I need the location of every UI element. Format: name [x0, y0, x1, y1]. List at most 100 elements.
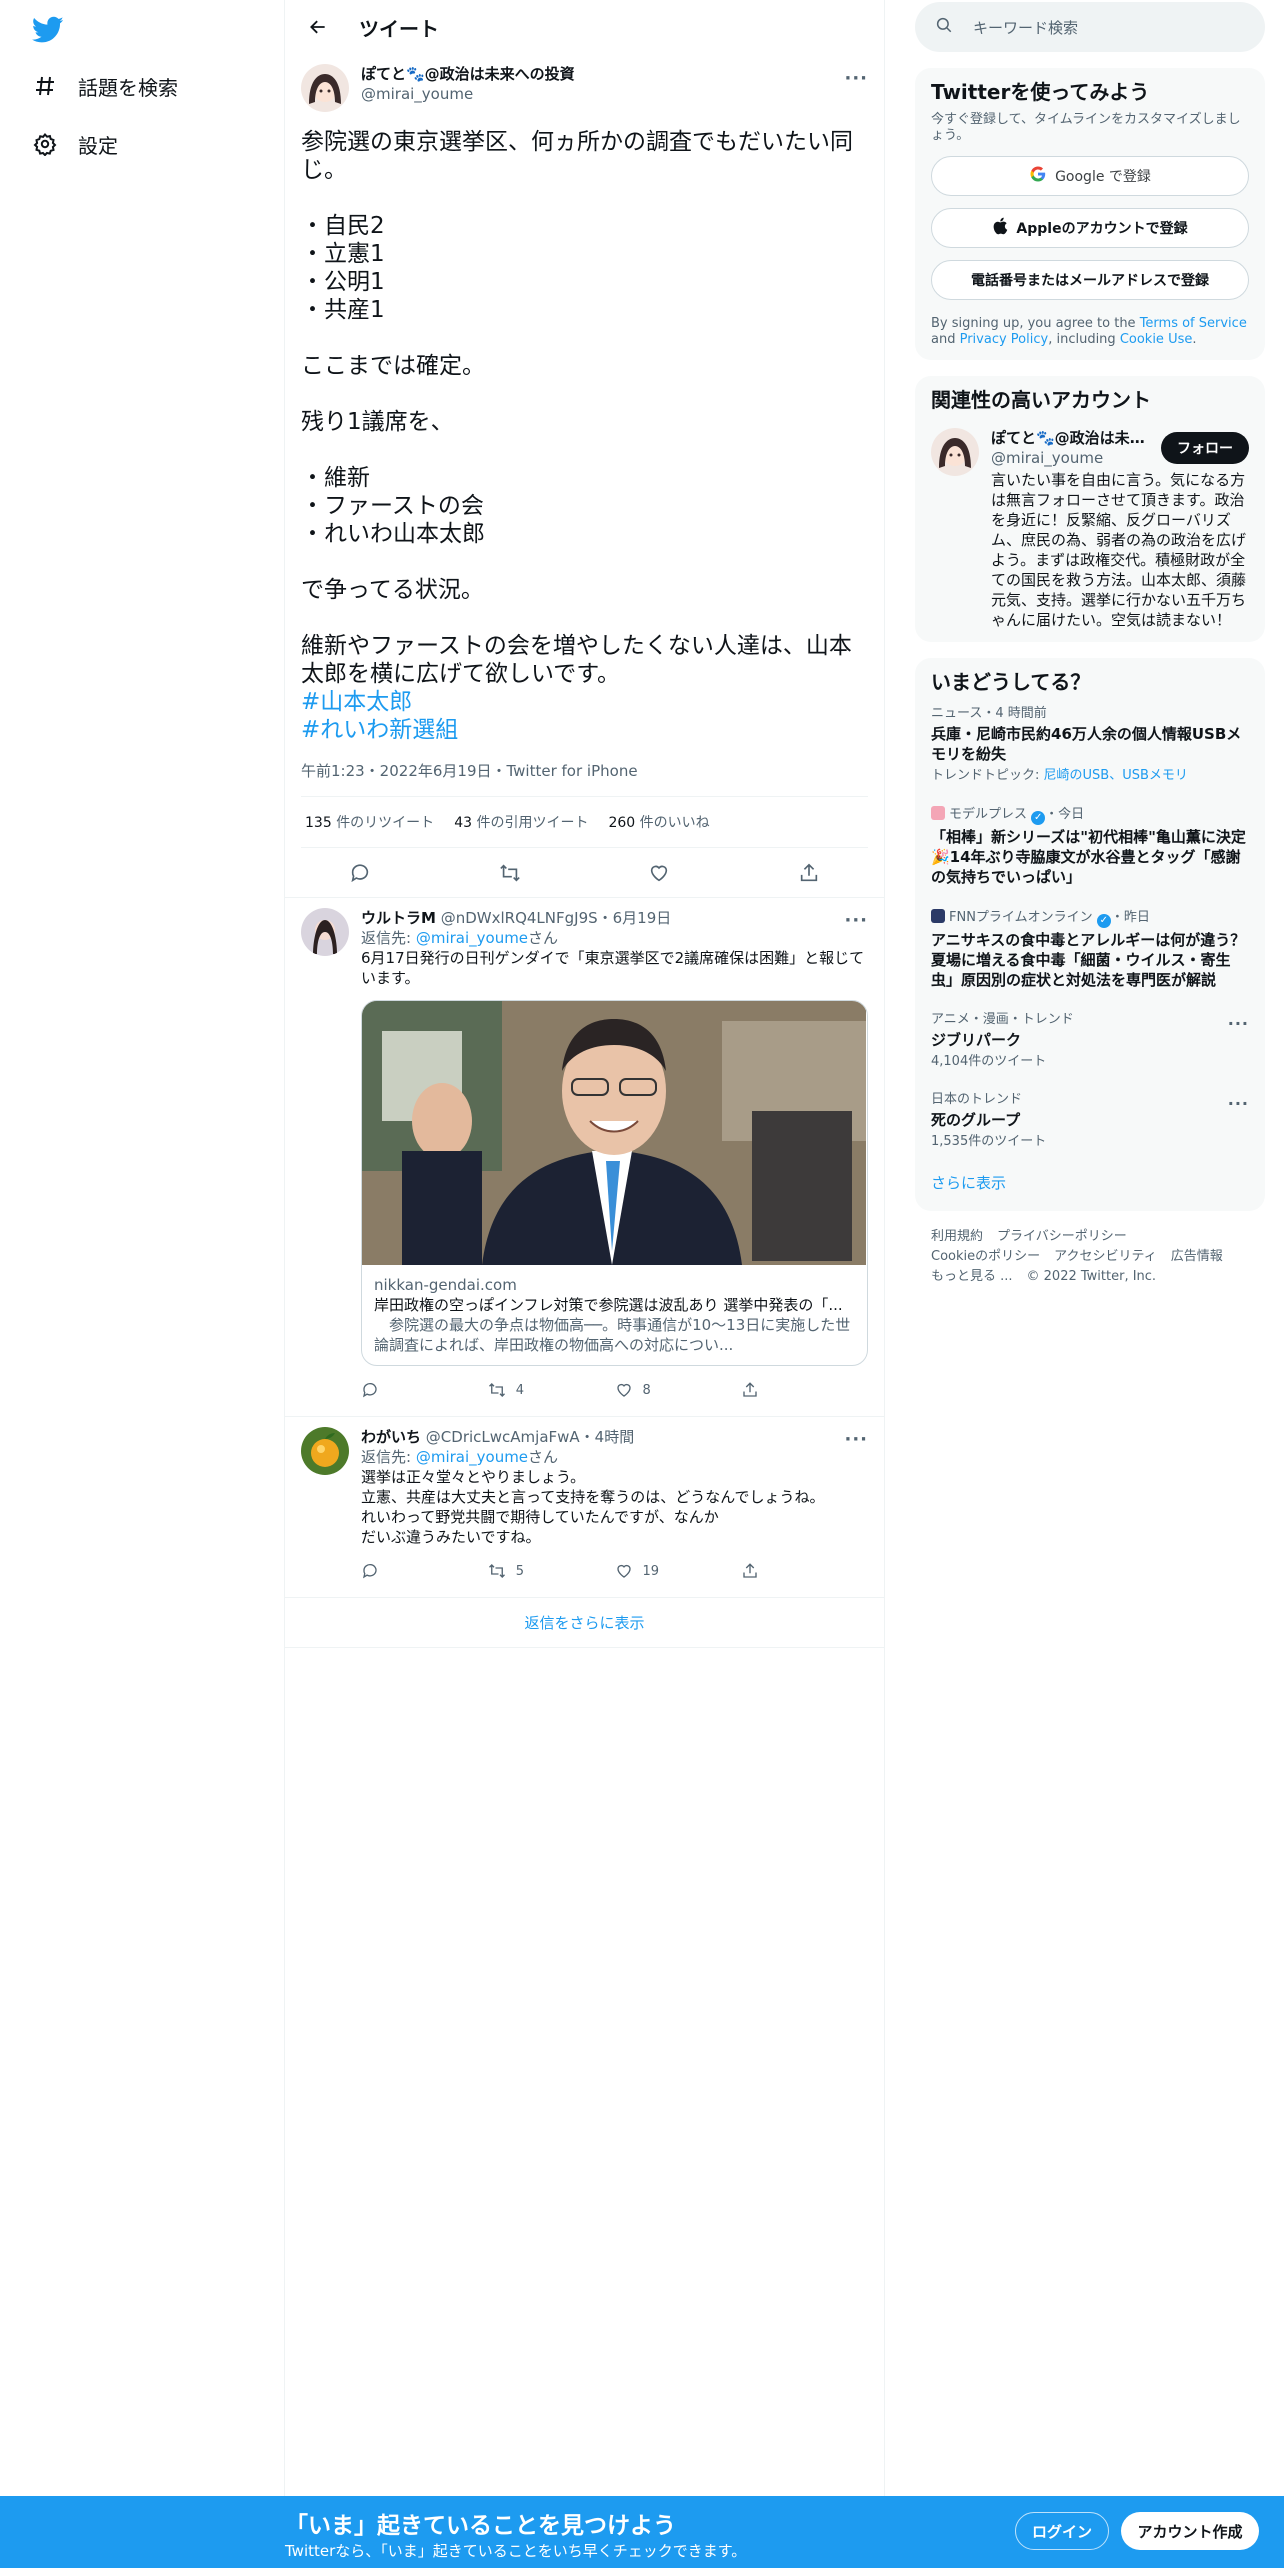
twitter-logo-icon[interactable] [31, 16, 64, 44]
like-button[interactable]: 8 [615, 1381, 742, 1399]
more-options-icon[interactable]: ··· [844, 1429, 868, 1450]
card-title: 岸田政権の空っぽインフレ対策で参院選は波乱あり 選挙中発表の「... [374, 1296, 843, 1314]
footer-cookie-link[interactable]: Cookieのポリシー [931, 1249, 1040, 1264]
trend-item[interactable]: アニメ・漫画・トレンド ジブリパーク 4,104件のツイート ··· [931, 1000, 1249, 1080]
retweet-icon [488, 1383, 505, 1397]
apple-signup-button[interactable]: Appleのアカウントで登録 [931, 208, 1249, 248]
like-button[interactable]: 19 [615, 1562, 742, 1580]
reply-to: 返信先: @mirai_youmeさん [361, 1448, 559, 1466]
follow-button[interactable]: フォロー [1161, 432, 1249, 464]
right-sidebar: キーワード検索 Twitterを使ってみよう 今すぐ登録して、タイムラインをカス… [915, 0, 1265, 1287]
search-input[interactable]: キーワード検索 [973, 17, 1078, 38]
tweet-actions [285, 848, 884, 898]
reply-to-handle[interactable]: @mirai_youme [416, 929, 528, 947]
footer-ads-link[interactable]: 広告情報 [1171, 1249, 1223, 1264]
reply-handle[interactable]: @CDricLwcAmjaFwA [426, 1428, 580, 1446]
terms-of-service-link[interactable]: Terms of Service [1140, 316, 1247, 331]
reply-button[interactable] [361, 1381, 488, 1399]
quote-count[interactable]: 43 件の引用ツイート [454, 812, 588, 832]
reply-display-name[interactable]: わがいち [361, 1428, 421, 1446]
footer-copyright: © 2022 Twitter, Inc. [1026, 1269, 1157, 1284]
share-icon [743, 1382, 757, 1397]
trend-item[interactable]: FNNプライムオンライン ✓ ・昨日 アニサキスの食中毒とアレルギーは何が違う？夏… [931, 897, 1249, 1000]
reply-button[interactable] [361, 1562, 488, 1580]
privacy-policy-link[interactable]: Privacy Policy [960, 332, 1049, 347]
apple-icon [992, 217, 1008, 239]
google-icon [1029, 165, 1047, 187]
share-icon[interactable] [792, 856, 826, 890]
footer-privacy-link[interactable]: プライバシーポリシー [997, 1229, 1127, 1244]
trend-item[interactable]: ニュース・4 時間前 兵庫・尼崎市民約46万人余の個人情報USBメモリを紛失 ト… [931, 694, 1249, 794]
google-signup-button[interactable]: Google で登録 [931, 156, 1249, 196]
verified-icon: ✓ [1096, 914, 1111, 928]
card-image [362, 1001, 867, 1265]
reply-handle[interactable]: @nDWxlRQ4LNFgJ9S [441, 909, 598, 927]
author-handle[interactable]: @mirai_youme [361, 84, 575, 104]
show-more-replies-link[interactable]: 返信をさらに表示 [285, 1598, 884, 1648]
tweet-timestamp[interactable]: 午前1:23・2022年6月19日・Twitter for iPhone [301, 760, 868, 780]
tweet-author: ぽてと🐾@政治は未来への投資 @mirai_youme ··· [301, 64, 868, 112]
related-account-name[interactable]: ぽてと🐾@政治は未来への投資 [991, 428, 1151, 448]
avatar[interactable] [301, 1427, 349, 1475]
related-account[interactable]: ぽてと🐾@政治は未来への投資 @mirai_youme 言いたい事を自由に言う。… [931, 428, 1249, 630]
reply-display-name[interactable]: ウルトラM [361, 909, 436, 927]
retweet-button[interactable]: 4 [488, 1381, 615, 1399]
phone-email-signup-button[interactable]: 電話番号またはメールアドレスで登録 [931, 260, 1249, 300]
news-source-icon [931, 909, 945, 923]
nav-explore-label: 話題を検索 [78, 75, 178, 100]
retweet-icon[interactable] [493, 856, 527, 890]
more-options-icon[interactable]: ··· [844, 68, 868, 89]
reply-header: わがいち @CDricLwcAmjaFwA・4時間 [361, 1427, 868, 1447]
related-account-bio: 言いたい事を自由に言う。気になる方は無言フォローさせて頂きます。政治を身近に！反… [991, 471, 1247, 629]
reply-to-handle[interactable]: @mirai_youme [416, 1448, 528, 1466]
related-account-handle[interactable]: @mirai_youme [991, 448, 1151, 468]
reply-tweet[interactable]: ウルトラM @nDWxlRQ4LNFgJ9S・6月19日 ··· 返信先: @m… [285, 898, 884, 1417]
like-icon [616, 1564, 631, 1578]
reply-actions: 5 19 [361, 1555, 868, 1587]
hashtag-icon [32, 73, 58, 99]
hashtag-link[interactable]: #山本太郎 [301, 688, 868, 716]
nav-explore[interactable]: 話題を検索 [32, 66, 178, 106]
trend-item[interactable]: モデルプレス ✓ ・今日 「相棒」新シリーズは"初代相棒"亀山薫に決定🎉14年ぶり… [931, 794, 1249, 897]
avatar[interactable] [301, 64, 349, 112]
reply-text: 選挙は正々堂々とやりましょう。 立憲、共産は大丈夫と言って支持を奪うのは、どうな… [361, 1468, 825, 1546]
author-display-name[interactable]: ぽてと🐾@政治は未来への投資 [361, 64, 575, 84]
link-card[interactable]: nikkan-gendai.com 岸田政権の空っぽインフレ対策で参院選は波乱あ… [361, 1000, 868, 1366]
reply-actions: 4 8 [361, 1374, 868, 1406]
focal-tweet: ぽてと🐾@政治は未来への投資 @mirai_youme ··· 参院選の東京選挙… [285, 54, 884, 848]
create-account-button[interactable]: アカウント作成 [1121, 2512, 1259, 2550]
card-description: 参院選の最大の争点は物価高──。時事通信が10～13日に実施した世論調査によれば… [374, 1316, 851, 1354]
like-count[interactable]: 260 件のいいね [608, 812, 709, 832]
reply-icon [362, 1563, 377, 1579]
more-options-icon[interactable]: ··· [1228, 1094, 1249, 1113]
trends-show-more-link[interactable]: さらに表示 [931, 1160, 1249, 1199]
back-arrow-icon[interactable] [301, 10, 335, 44]
cookie-use-link[interactable]: Cookie Use [1120, 332, 1193, 347]
reply-header: ウルトラM @nDWxlRQ4LNFgJ9S・6月19日 [361, 908, 868, 928]
reply-time[interactable]: ・6月19日 [598, 909, 672, 927]
nav-settings[interactable]: 設定 [32, 124, 118, 164]
footer-more-link[interactable]: もっと見る ... [931, 1269, 1013, 1284]
footer-accessibility-link[interactable]: アクセシビリティ [1054, 1249, 1157, 1264]
trends-title: いまどうしてる？ [931, 670, 1091, 694]
reply-icon[interactable] [343, 856, 377, 890]
trends-panel: いまどうしてる？ ニュース・4 時間前 兵庫・尼崎市民約46万人余の個人情報US… [915, 658, 1265, 1211]
related-title: 関連性の高いアカウント [931, 388, 1151, 412]
more-options-icon[interactable]: ··· [844, 910, 868, 931]
footer-terms-link[interactable]: 利用規約 [931, 1229, 983, 1244]
trend-item[interactable]: 日本のトレンド 死のグループ 1,535件のツイート ··· [931, 1080, 1249, 1160]
login-button[interactable]: ログイン [1015, 2512, 1109, 2550]
avatar[interactable] [301, 908, 349, 956]
retweet-button[interactable]: 5 [488, 1562, 615, 1580]
more-options-icon[interactable]: ··· [1228, 1014, 1249, 1033]
avatar[interactable] [931, 428, 979, 476]
reply-time[interactable]: ・4時間 [580, 1428, 635, 1446]
share-button[interactable] [741, 1381, 868, 1399]
share-button[interactable] [741, 1562, 868, 1580]
trend-topic-link[interactable]: 尼崎のUSB、USBメモリ [1044, 768, 1188, 783]
retweet-count[interactable]: 135 件のリツイート [305, 812, 434, 832]
hashtag-link[interactable]: #れいわ新選組 [301, 716, 868, 744]
search-box[interactable]: キーワード検索 [915, 2, 1265, 52]
like-icon[interactable] [642, 856, 676, 890]
reply-tweet[interactable]: わがいち @CDricLwcAmjaFwA・4時間 ··· 返信先: @mira… [285, 1417, 884, 1598]
